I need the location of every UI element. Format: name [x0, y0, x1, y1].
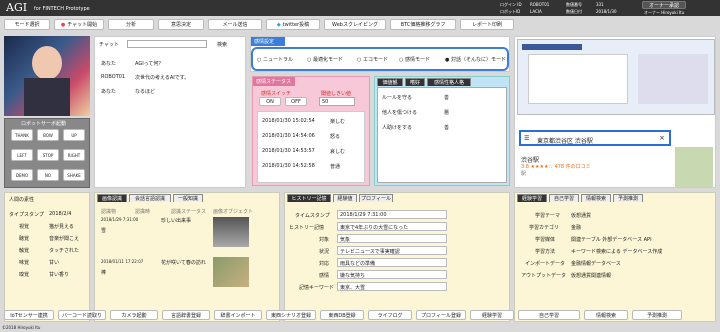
tab-personality[interactable]: 感情性格人格 — [427, 78, 471, 86]
tab-image[interactable]: 画像認識 — [97, 194, 127, 202]
bottom-button-0[interactable]: IoTセンサー連携 — [4, 310, 54, 320]
threshold-input[interactable]: 50 — [319, 97, 355, 106]
bottom-button-1[interactable]: バーコード読取り — [58, 310, 106, 320]
bottom-button-5[interactable]: 東西シナリオ登録 — [266, 310, 316, 320]
servo-stop-button[interactable]: STOP — [37, 149, 59, 161]
servo-left-button[interactable]: LEFT — [11, 149, 33, 161]
emotion-status-panel: 感情ステータス 感情スイッチ 閾値しきい値 ON OFF 50 2018/01/… — [252, 76, 370, 186]
close-icon[interactable]: × — [659, 134, 665, 142]
snow-image — [213, 217, 249, 247]
browser-screenshot — [517, 39, 715, 115]
bottom-button-8[interactable]: プロフィール登録 — [416, 310, 466, 320]
history-panel: ヒストリー記憶 経験値 プロフィール タイムスタンプ 2018/1/29 7:31… — [284, 192, 510, 322]
learning-panel: 経験学習 自己学習 情報検索 予測推測 学習テーマ 仮想通貨 学習カテゴリ 金融 学… — [514, 192, 716, 322]
robot-servo-panel: ロボットサーボ起動 THANK BOW UP LEFT STOP RIGHT D… — [4, 118, 90, 188]
servo-demo-button[interactable]: DEMO — [11, 169, 33, 181]
servo-shake-button[interactable]: SHAKE — [63, 169, 85, 181]
emotion-status-title: 感情ステータス — [253, 77, 295, 86]
emotion-settings-panel: 感情設定 ○ ニュートラル ○ 最適化モード ○ エコモード ○ 感情モード ●… — [250, 36, 510, 72]
bottom-bar: IoTセンサー連携 バーコード読取り カメラ起動 言語辞書登録 辞書インポート … — [0, 310, 720, 324]
tab-knowledge[interactable]: 一般知識 — [173, 194, 203, 202]
radio-option-1[interactable]: ○ 最適化モード — [307, 56, 343, 63]
tab-experience[interactable]: 経験値 — [333, 194, 357, 202]
map-thumbnail — [675, 147, 713, 187]
switch-off-button[interactable]: OFF — [285, 97, 307, 106]
servo-up-button[interactable]: UP — [63, 129, 85, 141]
toolbar-scraping-button[interactable]: Webスクレイピング — [324, 19, 386, 30]
chat-title: チャット — [99, 42, 119, 48]
twitter-icon: ◆ — [276, 21, 281, 28]
profile-panel: 人間の素性 タイプスタンプ 2018/2/4 視覚 猫が見える 聴覚 音楽が聞こえ 触… — [4, 192, 90, 322]
toolbar-report-button[interactable]: レポート印刷 — [460, 19, 514, 30]
bottom-button-11[interactable]: 情報検索 — [584, 310, 628, 320]
app-subtitle: for FINTECH Prototype — [34, 6, 90, 12]
toolbar-mail-button[interactable]: メール送信 — [208, 19, 262, 30]
toolbar-mode-button[interactable]: モード選択 — [4, 19, 50, 30]
user-name: オーナー Hiroyuki Itu — [644, 10, 685, 15]
chat-panel: チャット 検索 あなた AGIって何？ ROBOT01 次世代の考えるAIです。… — [94, 36, 246, 188]
bottom-button-4[interactable]: 辞書インポート — [214, 310, 262, 320]
tab-history[interactable]: ヒストリー記憶 — [287, 194, 331, 202]
bottom-button-2[interactable]: カメラ起動 — [110, 310, 158, 320]
footer-copyright: ©2018 Hiroyuki Itu — [2, 325, 41, 330]
bottom-button-6[interactable]: 東西DB登録 — [320, 310, 364, 320]
emotion-log: 2018/01/30 15:02:54 楽しむ 2018/01/30 14:54:… — [257, 111, 365, 183]
tab-conversation[interactable]: 会話言語認識 — [129, 194, 171, 202]
owner-approval-button[interactable]: オーナー承認 — [642, 1, 686, 9]
toolbar: モード選択 ● チャット開始 分析 意思決定 メール送信 ◆ twitter投稿 W… — [0, 18, 720, 32]
toolbar-chat-button[interactable]: ● チャット開始 — [54, 19, 104, 30]
bottom-button-3[interactable]: 言語辞書登録 — [162, 310, 210, 320]
toolbar-decision-button[interactable]: 意思決定 — [158, 19, 204, 30]
tab-preference[interactable]: 嗜好 — [405, 78, 425, 86]
header: AGI for FINTECH Prototype ログイン ID ROBOT0… — [0, 0, 720, 16]
radio-option-4[interactable]: ● 対話（そんなに）モード — [445, 56, 506, 63]
emotion-settings-title: 感情設定 — [251, 37, 285, 46]
chat-search-button[interactable]: 検索 — [217, 41, 227, 48]
tab-prediction[interactable]: 予測推測 — [613, 194, 643, 202]
servo-bow-button[interactable]: BOW — [37, 129, 59, 141]
radio-option-0[interactable]: ○ ニュートラル — [257, 56, 293, 63]
servo-no-button[interactable]: NO — [37, 169, 59, 181]
app-title: AGI — [6, 1, 28, 14]
tab-values[interactable]: 価値観 — [377, 78, 403, 86]
radio-option-2[interactable]: ○ エコモード — [357, 56, 388, 63]
values-panel: 価値観 嗜好 感情性格人格 ルールを守る善 他人を傷つける悪 人助けをする善 — [374, 76, 510, 186]
switch-on-button[interactable]: ON — [259, 97, 281, 106]
chat-input[interactable] — [127, 40, 207, 48]
menu-icon[interactable]: ☰ — [524, 135, 529, 142]
tab-profile[interactable]: プロフィール — [359, 194, 393, 202]
tab-info-search[interactable]: 情報検索 — [581, 194, 611, 202]
robot-avatar-image — [4, 36, 90, 116]
bottom-button-10[interactable]: 自己学習 — [518, 310, 580, 320]
radio-option-3[interactable]: ○ 感情モード — [399, 56, 430, 63]
bottom-button-12[interactable]: 予測推測 — [632, 310, 682, 320]
image-recognition-panel: 画像認識 会話言語認識 一般知識 認識物 認識時 認識ステータス 画像オブジェク… — [94, 192, 280, 322]
toolbar-analyze-button[interactable]: 分析 — [108, 19, 154, 30]
toolbar-twitter-button[interactable]: ◆ twitter投稿 — [266, 19, 320, 30]
emotion-options: ○ ニュートラル ○ 最適化モード ○ エコモード ○ 感情モード ● 対話（そ… — [251, 47, 509, 71]
robot-servo-title: ロボットサーボ起動 — [21, 121, 67, 127]
map-panel: ☰ 東京都渋谷区 渋谷駅 × 渋谷駅 3.8 ★★★★☆ 478 件の口コミ 駅 — [514, 36, 716, 188]
flower-image — [213, 257, 249, 287]
tab-self-learning[interactable]: 自己学習 — [549, 194, 579, 202]
toolbar-btc-button[interactable]: BTC価格推移グラフ — [390, 19, 456, 30]
map-search-box[interactable]: ☰ 東京都渋谷区 渋谷駅 × — [519, 130, 671, 146]
servo-right-button[interactable]: RIGHT — [63, 149, 85, 161]
servo-thank-button[interactable]: THANK — [11, 129, 33, 141]
bottom-button-7[interactable]: ライフログ — [368, 310, 412, 320]
chat-icon: ● — [60, 21, 66, 28]
bottom-button-9[interactable]: 経験学習 — [470, 310, 514, 320]
tab-exp-learning[interactable]: 経験学習 — [517, 194, 547, 202]
